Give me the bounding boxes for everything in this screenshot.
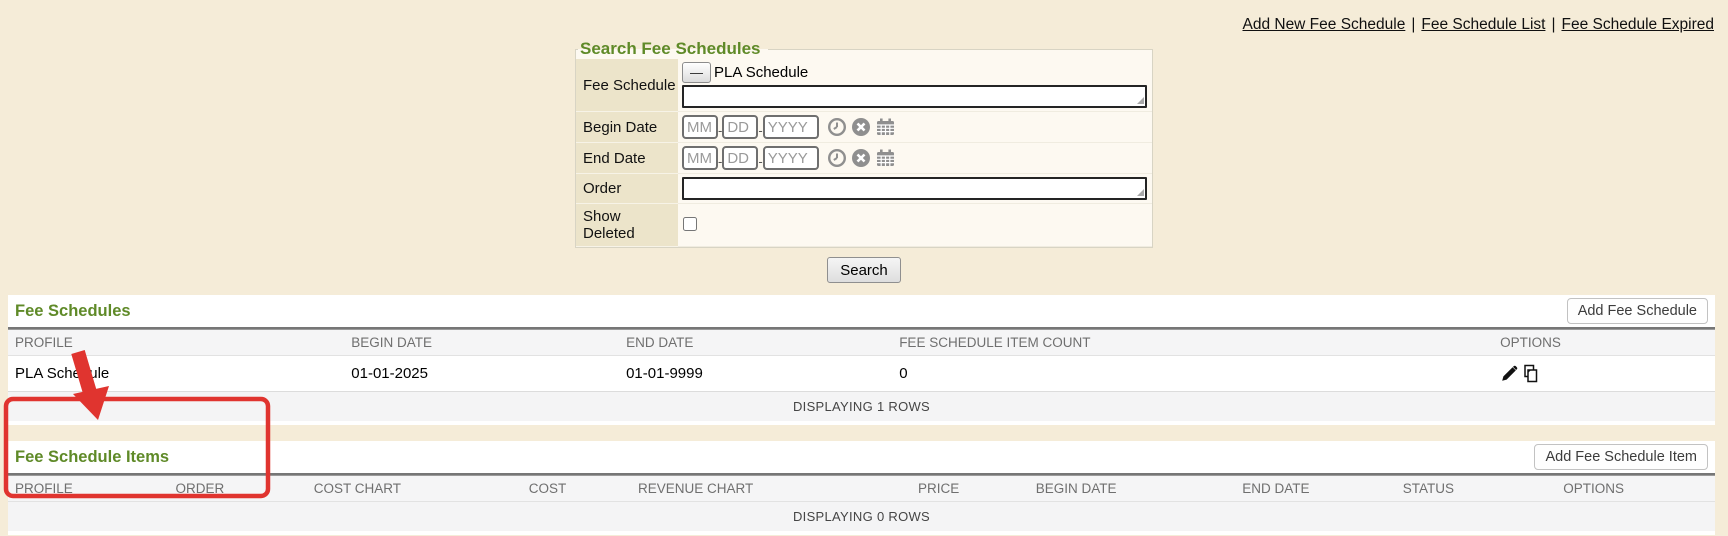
table-row: PLA Schedule 01-01-2025 01-01-9999 0 — [8, 356, 1715, 392]
cell-end-date: 01-01-9999 — [619, 356, 892, 392]
selected-fee-schedule-tag: PLA Schedule — [714, 64, 808, 81]
clock-icon[interactable] — [827, 117, 847, 137]
date-dash: - — [758, 123, 762, 138]
col-end-date: END DATE — [1235, 476, 1395, 502]
fee-schedule-items-row-count: DISPLAYING 0 ROWS — [8, 502, 1715, 531]
begin-date-label: Begin Date — [576, 112, 678, 143]
fee-schedule-items-section: Fee Schedule Items Add Fee Schedule Item… — [8, 441, 1715, 535]
remove-tag-button[interactable]: — — [682, 62, 711, 83]
col-profile: PROFILE — [8, 476, 168, 502]
order-label: Order — [576, 174, 678, 204]
begin-date-yyyy-input[interactable] — [763, 115, 819, 139]
calendar-icon[interactable] — [875, 148, 896, 168]
col-begin-date: BEGIN DATE — [344, 330, 619, 356]
search-form-title: Search Fee Schedules — [578, 39, 768, 59]
end-date-row: End Date - - — [576, 143, 1152, 174]
end-date-dd-input[interactable] — [722, 146, 758, 170]
col-options: OPTIONS — [1493, 330, 1715, 356]
begin-date-row: Begin Date - - — [576, 112, 1152, 143]
end-date-mm-input[interactable] — [682, 146, 718, 170]
show-deleted-checkbox[interactable] — [683, 217, 697, 231]
fee-schedules-table: PROFILE BEGIN DATE END DATE FEE SCHEDULE… — [8, 330, 1715, 392]
fee-schedule-label: Fee Schedule — [576, 59, 678, 112]
clock-icon[interactable] — [827, 148, 847, 168]
fee-schedules-header-row: PROFILE BEGIN DATE END DATE FEE SCHEDULE… — [8, 330, 1715, 356]
top-nav: Add New Fee Schedule | Fee Schedule List | F… — [0, 0, 1728, 34]
fee-schedule-items-table: PROFILE ORDER COST CHART COST REVENUE CH… — [8, 476, 1715, 502]
add-fee-schedule-item-button[interactable]: Add Fee Schedule Item — [1534, 444, 1708, 470]
clear-icon[interactable] — [851, 117, 871, 137]
cell-begin-date: 01-01-2025 — [344, 356, 619, 392]
calendar-icon[interactable] — [875, 117, 896, 137]
col-revenue-chart: REVENUE CHART — [631, 476, 911, 502]
end-date-label: End Date — [576, 143, 678, 174]
date-dash: - — [718, 123, 722, 138]
col-options: OPTIONS — [1556, 476, 1715, 502]
fee-schedule-items-title: Fee Schedule Items — [15, 448, 169, 467]
fee-schedules-title: Fee Schedules — [15, 302, 131, 321]
col-price: PRICE — [911, 476, 1029, 502]
search-fieldset: Search Fee Schedules Fee Schedule — PLA … — [575, 39, 1153, 248]
search-button[interactable]: Search — [827, 257, 901, 283]
begin-date-dd-input[interactable] — [722, 115, 758, 139]
fee-schedule-input[interactable] — [682, 85, 1147, 108]
show-deleted-label: Show Deleted — [576, 204, 678, 247]
date-dash: - — [758, 154, 762, 169]
link-separator: | — [1551, 16, 1555, 33]
order-row: Order — [576, 174, 1152, 204]
begin-date-mm-input[interactable] — [682, 115, 718, 139]
link-separator: | — [1411, 16, 1415, 33]
cell-options — [1493, 356, 1715, 392]
date-dash: - — [718, 154, 722, 169]
col-status: STATUS — [1396, 476, 1556, 502]
cell-item-count: 0 — [892, 356, 1493, 392]
add-fee-schedule-button[interactable]: Add Fee Schedule — [1567, 298, 1708, 324]
fee-schedule-items-header-row: PROFILE ORDER COST CHART COST REVENUE CH… — [8, 476, 1715, 502]
col-cost: COST — [522, 476, 631, 502]
col-item-count: FEE SCHEDULE ITEM COUNT — [892, 330, 1493, 356]
col-end-date: END DATE — [619, 330, 892, 356]
clear-icon[interactable] — [851, 148, 871, 168]
copy-icon[interactable] — [1521, 364, 1540, 383]
fee-schedules-row-count: DISPLAYING 1 ROWS — [8, 392, 1715, 421]
show-deleted-row: Show Deleted — [576, 204, 1152, 247]
edit-pencil-icon[interactable] — [1500, 365, 1518, 383]
fee-schedules-section: Fee Schedules Add Fee Schedule PROFILE B… — [8, 295, 1715, 425]
cell-profile: PLA Schedule — [8, 356, 344, 392]
col-begin-date: BEGIN DATE — [1029, 476, 1236, 502]
col-order: ORDER — [168, 476, 306, 502]
col-profile: PROFILE — [8, 330, 344, 356]
col-cost-chart: COST CHART — [307, 476, 522, 502]
link-add-new-fee-schedule[interactable]: Add New Fee Schedule — [1242, 16, 1405, 33]
link-fee-schedule-list[interactable]: Fee Schedule List — [1421, 16, 1545, 33]
search-form: Search Fee Schedules Fee Schedule — PLA … — [575, 39, 1153, 283]
end-date-yyyy-input[interactable] — [763, 146, 819, 170]
order-input[interactable] — [682, 177, 1147, 200]
link-fee-schedule-expired[interactable]: Fee Schedule Expired — [1561, 16, 1714, 33]
fee-schedule-row: Fee Schedule — PLA Schedule — [576, 59, 1152, 112]
